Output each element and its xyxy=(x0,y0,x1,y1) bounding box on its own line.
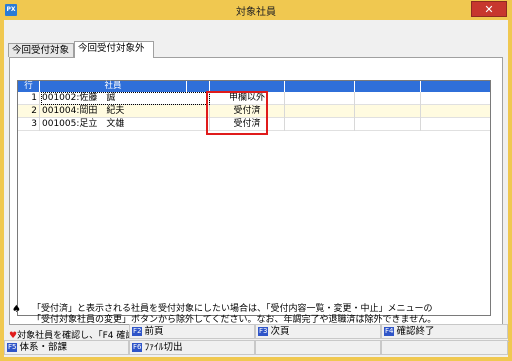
f3-key-badge: F3 xyxy=(258,327,269,336)
f5-key-badge: F5 xyxy=(7,343,18,352)
tab-current-target[interactable]: 今回受付対象 xyxy=(8,43,74,57)
f3-next-page-button[interactable]: F3 次頁 xyxy=(255,324,381,339)
tab-non-target[interactable]: 今回受付対象外 xyxy=(74,41,154,58)
employee-name: 001002:佐藤 誠 xyxy=(40,92,210,105)
title-bar[interactable]: PX 対象社員 ✕ xyxy=(0,0,512,20)
f4-key-badge: F4 xyxy=(384,327,395,336)
f2-key-badge: F2 xyxy=(132,327,143,336)
table-row[interactable]: 1 001002:佐藤 誠 甲欄以外 xyxy=(18,92,490,105)
tab-panel: 行 社員 1 001002:佐藤 誠 甲欄以外 2 001004:岡田 紀夫 受… xyxy=(9,57,503,325)
empty-cell xyxy=(285,118,355,131)
header-employee: 社員 xyxy=(40,81,187,92)
status-cell: 甲欄以外 xyxy=(210,92,285,105)
f2-prev-page-button[interactable]: F2 前頁 xyxy=(129,324,255,339)
header-blank-1 xyxy=(187,81,210,92)
f6-key-badge: F6 xyxy=(132,343,143,352)
f4-label: 確認終了 xyxy=(396,326,435,337)
empty-cell xyxy=(285,92,355,105)
employee-name: 001004:岡田 紀夫 xyxy=(40,105,210,118)
f5-system-dept-button[interactable]: F5 体系・部課 xyxy=(4,340,129,355)
f6-label: ﾌｧｲﾙ切出 xyxy=(144,342,183,353)
status-cell: 受付済 xyxy=(210,118,285,131)
f3-label: 次頁 xyxy=(270,326,290,337)
table-row[interactable]: 3 001005:足立 文雄 受付済 xyxy=(18,118,490,131)
header-blank-3 xyxy=(355,81,421,92)
empty-cell xyxy=(355,118,421,131)
f2-label: 前頁 xyxy=(144,326,164,337)
employee-grid[interactable]: 行 社員 1 001002:佐藤 誠 甲欄以外 2 001004:岡田 紀夫 受… xyxy=(17,80,491,316)
empty-cell xyxy=(421,92,490,105)
header-blank-4 xyxy=(421,81,490,92)
empty-function-slot xyxy=(255,340,381,355)
empty-cell xyxy=(355,92,421,105)
header-row-number: 行 xyxy=(18,81,40,92)
client-area: 今回受付対象 今回受付対象外 行 社員 1 001002:佐藤 誠 甲欄以外 2… xyxy=(4,20,509,357)
f6-file-export-button[interactable]: F6 ﾌｧｲﾙ切出 xyxy=(129,340,255,355)
spade-icon: ♠ xyxy=(12,304,21,315)
function-key-bar: F2 前頁 F3 次頁 F4 確認終了 F5 体系・部課 F6 ﾌｧｲﾙ切出 xyxy=(4,324,508,356)
empty-cell xyxy=(421,105,490,118)
header-blank-2 xyxy=(285,81,355,92)
window-title: 対象社員 xyxy=(236,7,276,18)
note-line-1: 「受付済」と表示される社員を受付対象にしたい場合は、「受付内容一覧・変更・中止」… xyxy=(32,304,433,314)
employee-name: 001005:足立 文雄 xyxy=(40,118,210,131)
f4-confirm-done-button[interactable]: F4 確認終了 xyxy=(381,324,508,339)
dialog-window: PX 対象社員 ✕ 今回受付対象 今回受付対象外 行 社員 1 001002:佐… xyxy=(0,0,512,361)
header-status xyxy=(210,81,285,92)
empty-function-slot xyxy=(381,340,508,355)
empty-cell xyxy=(355,105,421,118)
grid-header: 行 社員 xyxy=(18,81,490,92)
status-cell: 受付済 xyxy=(210,105,285,118)
row-number: 2 xyxy=(18,105,40,118)
table-row[interactable]: 2 001004:岡田 紀夫 受付済 xyxy=(18,105,490,118)
row-number: 1 xyxy=(18,92,40,105)
empty-cell xyxy=(421,118,490,131)
empty-cell xyxy=(285,105,355,118)
f5-label: 体系・部課 xyxy=(19,342,67,353)
close-button[interactable]: ✕ xyxy=(471,1,507,17)
row-number: 3 xyxy=(18,118,40,131)
